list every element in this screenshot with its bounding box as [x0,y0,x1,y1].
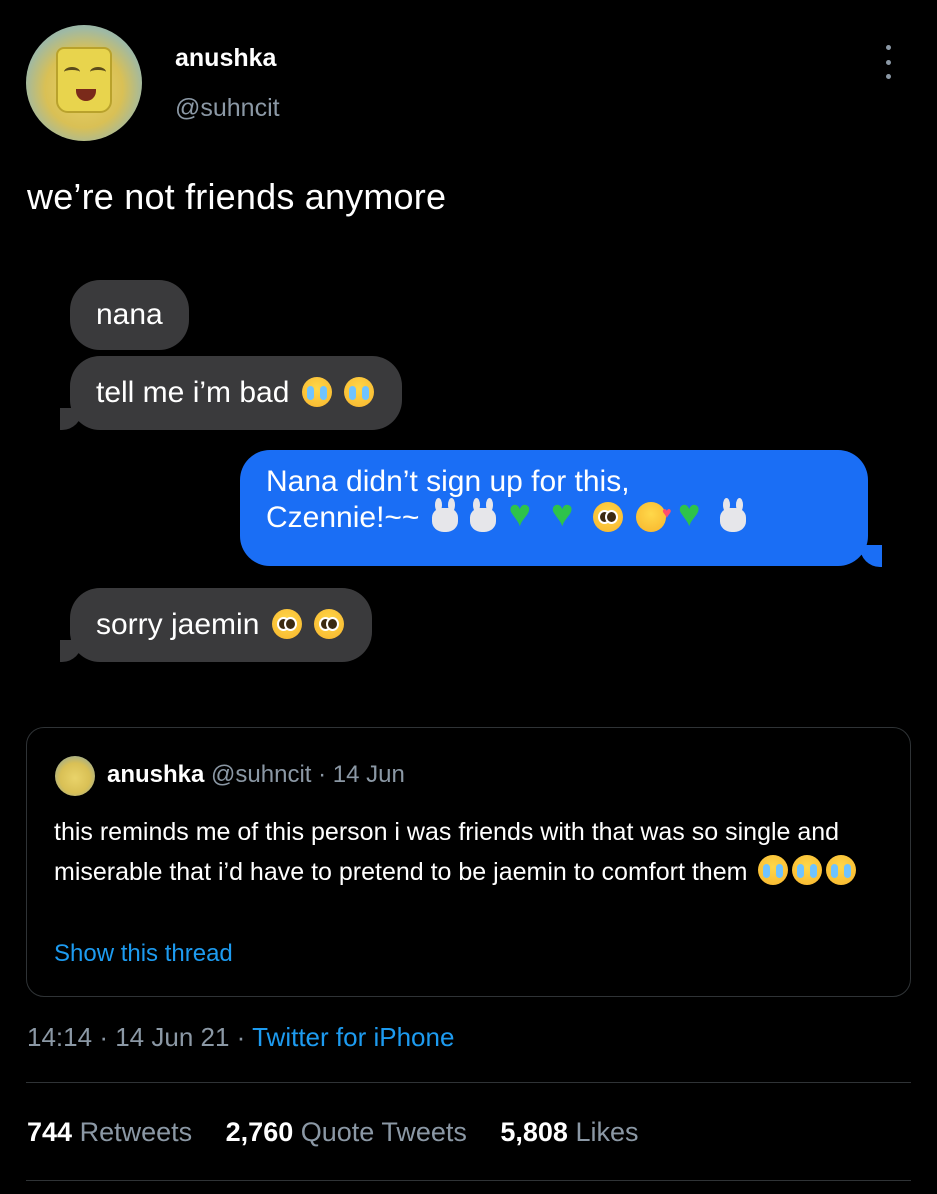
likes-count: 5,808 [500,1117,568,1147]
message-text-line2: Czennie!~~ [266,501,420,534]
divider [26,1180,911,1181]
message-text: tell me i’m bad [96,376,290,409]
message-bubble-incoming: tell me i’m bad [70,356,403,430]
quote-tweets-stat[interactable]: 2,760 Quote Tweets [226,1117,467,1147]
crying-face-icon [758,855,789,885]
bunny-icon [720,498,747,532]
message-text: sorry jaemin [96,608,260,641]
green-heart-icon [551,496,581,532]
separator-dot: · [99,1022,108,1052]
separator-dot: · [236,1022,246,1052]
quoted-author-name: anushka [107,761,205,788]
likes-label: Likes [575,1117,639,1147]
crying-face-icon [344,377,375,407]
green-heart-icon [508,496,538,532]
quoted-tweet-date: 14 Jun [332,761,405,788]
retweets-label: Retweets [79,1117,193,1147]
likes-stat[interactable]: 5,808 Likes [500,1117,638,1147]
author-name[interactable]: anushka [175,44,276,73]
tweet-stats: 744 Retweets 2,760 Quote Tweets 5,808 Li… [27,1117,665,1148]
author-handle[interactable]: @suhncit [175,94,280,123]
more-options-icon[interactable] [880,45,896,79]
crying-face-icon [792,855,823,885]
crying-face-icon [826,855,857,885]
separator-dot: · [318,761,327,788]
bubble-tail [860,545,882,567]
quoted-author-avatar [55,756,95,796]
bunny-icon [470,498,497,532]
tweet-meta: 14:14 · 14 Jun 21 · Twitter for iPhone [27,1022,454,1053]
show-thread-link[interactable]: Show this thread [54,940,233,968]
bubble-tail [60,640,82,662]
divider [26,1082,911,1083]
pleading-face-icon [271,609,302,639]
retweets-stat[interactable]: 744 Retweets [27,1117,192,1147]
tweet-source-link[interactable]: Twitter for iPhone [252,1022,454,1052]
message-text: nana [96,298,163,331]
retweets-count: 744 [27,1117,73,1147]
eye-icon [90,67,106,77]
quoted-author-handle: @suhncit [211,761,312,788]
spongebob-face-icon [56,47,112,113]
tweet-text: we’re not friends anymore [27,176,447,217]
message-bubble-outgoing: Nana didn’t sign up for this, Czennie!~~ [240,450,868,566]
quoted-tweet-text: this reminds me of this person i was fri… [54,812,884,892]
pleading-face-icon [314,609,345,639]
pleading-face-icon [593,502,624,532]
crying-face-icon [301,377,332,407]
quote-tweets-label: Quote Tweets [300,1117,467,1147]
author-avatar[interactable] [26,25,142,141]
bubble-tail [60,408,82,430]
smiling-face-hearts-icon [635,496,672,532]
message-bubble-incoming: nana [70,280,189,350]
quoted-tweet-text-content: this reminds me of this person i was fri… [54,818,840,886]
bunny-icon [431,498,458,532]
green-heart-icon [678,496,708,532]
quoted-tweet[interactable]: anushka @suhncit · 14 Jun this reminds m… [26,727,911,997]
message-bubble-incoming: sorry jaemin [70,588,373,662]
tweet-date: 14 Jun 21 [115,1022,230,1052]
quote-tweets-count: 2,760 [225,1117,294,1147]
mouth-icon [76,89,96,101]
eye-icon [64,67,80,77]
tweet-time: 14:14 [27,1022,93,1052]
quoted-tweet-header: anushka @suhncit · 14 Jun [107,761,405,789]
